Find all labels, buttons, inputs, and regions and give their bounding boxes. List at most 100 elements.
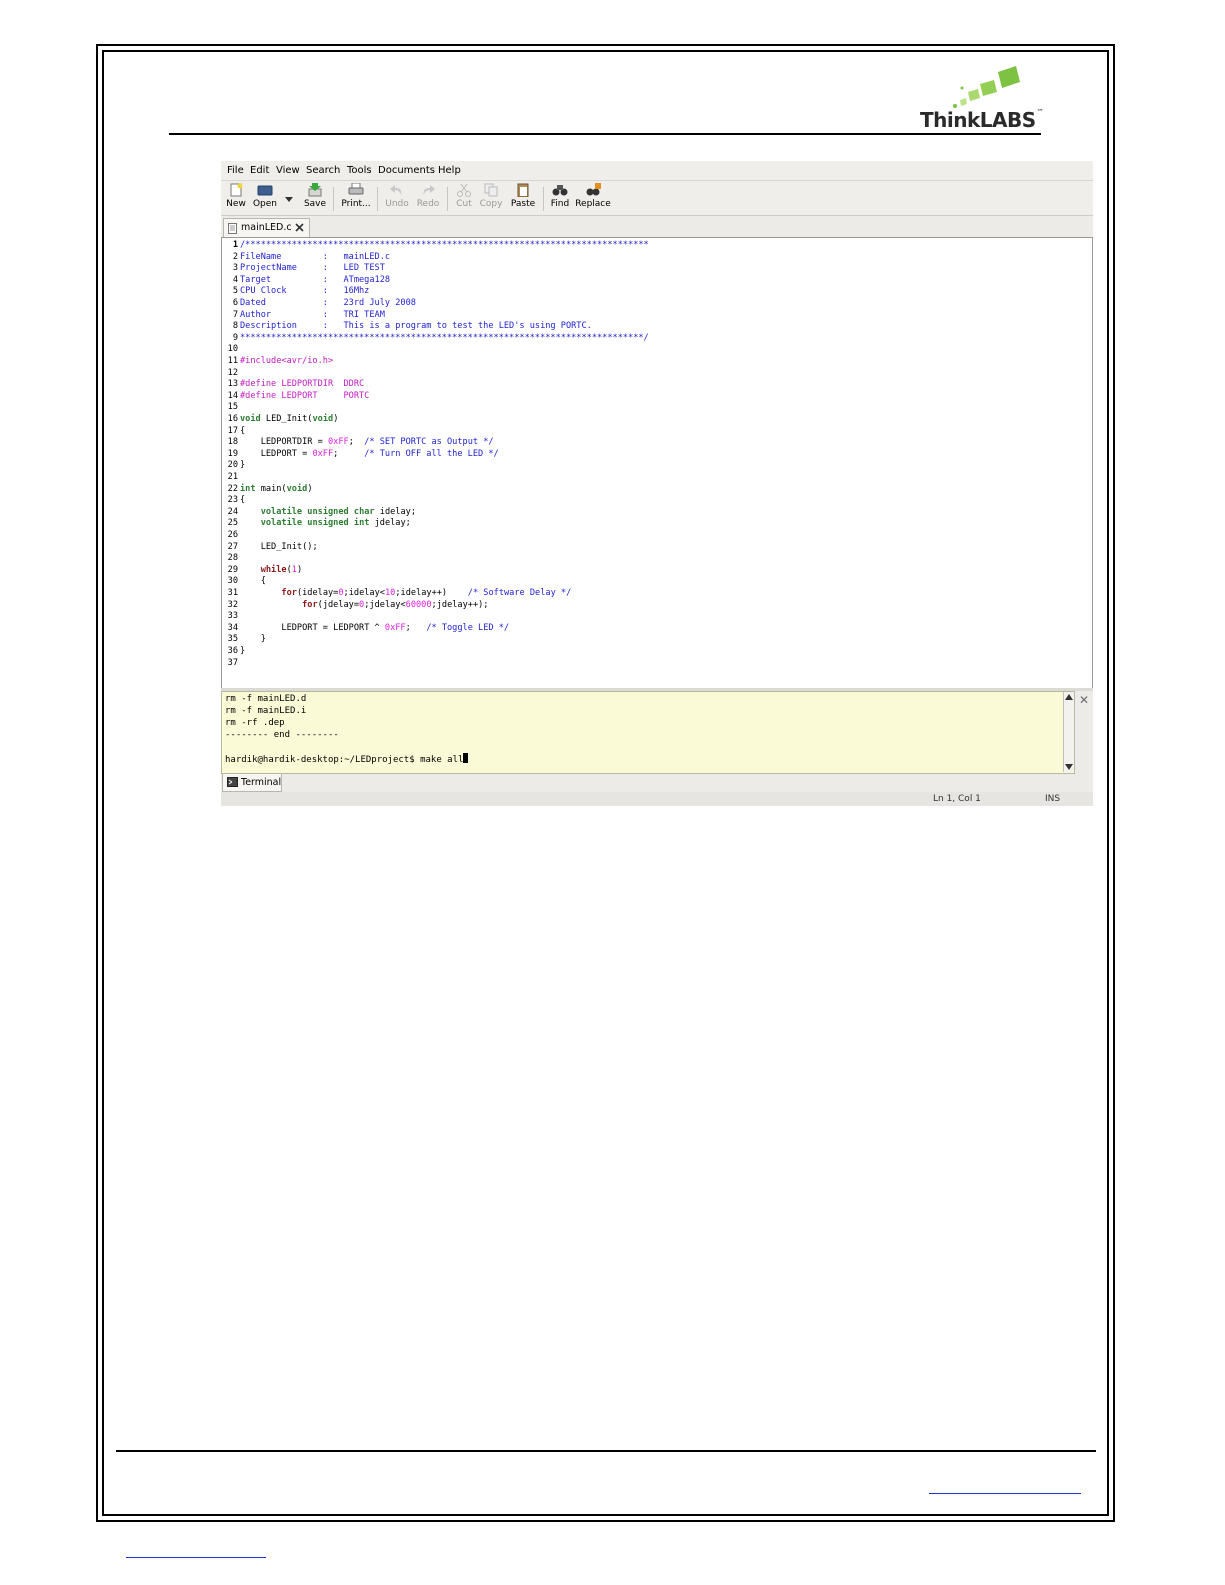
tab-mainled[interactable]: mainLED.c — [223, 218, 310, 237]
line-number: 11 — [227, 356, 238, 366]
cut-button[interactable]: Cut — [453, 183, 475, 209]
code-text: /***************************************… — [240, 240, 649, 250]
copy-icon — [484, 183, 498, 197]
text-editor-screenshot: File Edit View Search Tools Documents He… — [221, 161, 1093, 806]
line-number: 1 — [232, 240, 238, 250]
redo-label: Redo — [416, 199, 440, 209]
code-text: #define LEDPORT PORTC — [240, 390, 370, 401]
line-number: 13 — [227, 379, 238, 390]
code-editor[interactable]: 1/**************************************… — [221, 237, 1093, 689]
save-label: Save — [303, 199, 327, 209]
code-text: } — [240, 634, 266, 645]
code-text: Target : ATmega128 — [240, 274, 391, 285]
line-number: 23 — [227, 495, 238, 506]
code-text: Author : TRI TEAM — [240, 309, 385, 320]
code-text: { — [240, 576, 266, 587]
paste-label: Paste — [510, 199, 536, 209]
terminal-line: rm -f mainLED.i — [225, 706, 307, 716]
line-number: 34 — [227, 622, 238, 633]
open-button[interactable]: Open — [252, 183, 278, 209]
insert-mode: INS — [1045, 794, 1061, 804]
cursor-position: Ln 1, Col 1 — [933, 794, 981, 804]
tab-terminal[interactable]: Terminal — [222, 774, 282, 792]
toolbar-separator — [543, 187, 544, 211]
menu-file[interactable]: File — [227, 165, 244, 176]
bottom-link[interactable] — [126, 1544, 266, 1558]
menu-view[interactable]: View — [276, 165, 300, 176]
tab-label: mainLED.c — [241, 222, 292, 233]
line-number: 18 — [227, 437, 238, 448]
menu-documents[interactable]: Documents — [378, 165, 435, 176]
terminal-icon — [227, 777, 238, 787]
line-number: 9 — [232, 332, 238, 343]
undo-button[interactable]: Undo — [384, 183, 410, 209]
code-text: while(1) — [260, 564, 303, 575]
code-text: } — [240, 646, 246, 656]
header-rule — [169, 133, 1041, 135]
redo-button[interactable]: Redo — [415, 183, 441, 209]
new-button[interactable]: New — [225, 183, 247, 209]
terminal-tab-label: Terminal — [241, 777, 282, 788]
line-number: 21 — [227, 472, 238, 482]
toolbar: New Open Save Print... Undo Redo Cut Cop… — [221, 181, 1093, 216]
scroll-up-icon[interactable] — [1065, 694, 1073, 700]
clipboard-icon — [517, 183, 529, 197]
terminal-cursor — [463, 753, 469, 763]
menu-edit[interactable]: Edit — [250, 165, 269, 176]
terminal-line: rm -f mainLED.d — [225, 694, 307, 704]
code-text: } — [240, 460, 246, 471]
code-text: { — [240, 425, 246, 436]
printer-icon — [348, 183, 364, 195]
binoculars-icon — [552, 185, 568, 196]
line-number: 36 — [227, 646, 238, 656]
logo-wordmark: ThinkLABS — [920, 108, 1036, 132]
new-label: New — [226, 199, 246, 209]
open-label: Open — [252, 199, 278, 209]
find-label: Find — [550, 199, 570, 209]
terminal-close-icon[interactable]: ✕ — [1079, 693, 1089, 707]
line-number: 19 — [227, 448, 238, 459]
print-button[interactable]: Print... — [340, 183, 372, 209]
trademark-symbol: ™ — [1036, 108, 1044, 116]
save-button[interactable]: Save — [303, 183, 327, 209]
line-number: 4 — [232, 274, 238, 285]
print-label: Print... — [341, 199, 371, 209]
close-icon[interactable] — [295, 223, 304, 232]
line-number: 3 — [232, 263, 238, 274]
terminal-output[interactable]: rm -f mainLED.d rm -f mainLED.i rm -rf .de… — [221, 691, 1075, 774]
line-number: 2 — [232, 251, 238, 262]
code-text: { — [240, 495, 246, 506]
line-number: 28 — [227, 553, 238, 564]
menu-bar: File Edit View Search Tools Documents He… — [221, 161, 1093, 181]
paste-button[interactable]: Paste — [509, 183, 537, 209]
line-number: 22 — [227, 483, 238, 494]
footer-link[interactable] — [929, 1480, 1081, 1494]
find-replace-icon — [586, 183, 601, 196]
scissors-icon — [457, 183, 471, 197]
menu-tools[interactable]: Tools — [347, 165, 372, 176]
document-tab-strip: mainLED.c — [221, 217, 1093, 237]
line-number: 33 — [227, 611, 238, 622]
line-number: 12 — [227, 367, 238, 378]
find-button[interactable]: Find — [549, 183, 571, 209]
menu-help[interactable]: Help — [438, 165, 461, 176]
terminal-scrollbar[interactable] — [1063, 692, 1074, 772]
menu-search[interactable]: Search — [306, 165, 340, 176]
code-text: for(jdelay=0;jdelay<60000;jdelay++); — [302, 599, 489, 610]
open-dropdown[interactable] — [284, 183, 294, 209]
line-number: 8 — [232, 321, 238, 332]
copy-button[interactable]: Copy — [479, 183, 503, 209]
code-text: Description : This is a program to test … — [240, 321, 592, 332]
line-number: 29 — [227, 564, 238, 575]
scroll-down-icon[interactable] — [1065, 764, 1073, 770]
code-text: #include<avr/io.h> — [240, 356, 334, 366]
line-number: 30 — [227, 576, 238, 587]
toolbar-separator — [377, 187, 378, 211]
footer-rule — [116, 1450, 1096, 1452]
code-text: LED_Init(); — [260, 541, 318, 552]
line-number: 15 — [227, 402, 238, 413]
terminal-line: hardik@hardik-desktop:~/LEDproject$ make… — [225, 753, 469, 766]
line-number: 27 — [227, 541, 238, 552]
status-bar: Ln 1, Col 1 INS — [221, 792, 1093, 806]
replace-button[interactable]: Replace — [575, 183, 611, 209]
